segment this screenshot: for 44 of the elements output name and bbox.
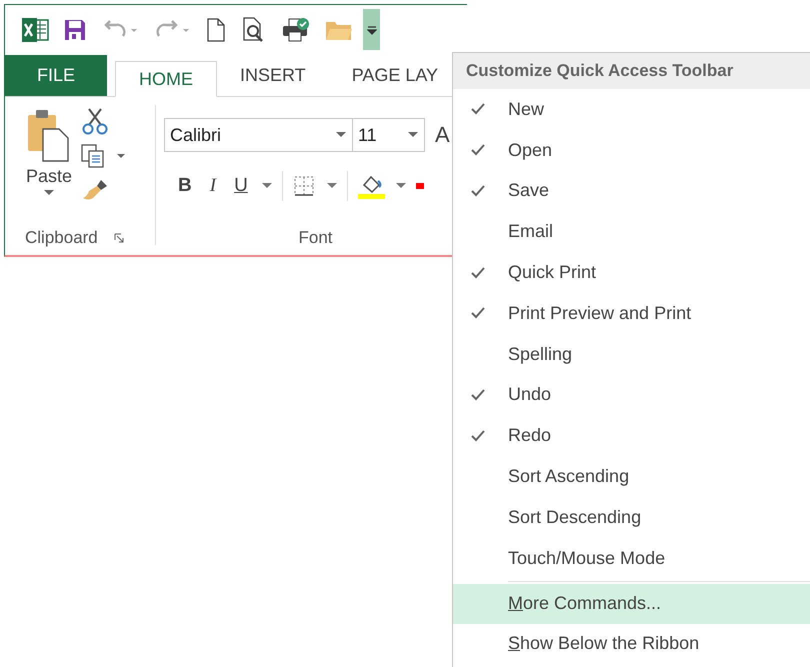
caret-icon[interactable] xyxy=(326,183,337,189)
printer-icon[interactable] xyxy=(281,17,311,43)
caret-icon xyxy=(44,190,54,196)
caret-icon[interactable] xyxy=(396,183,406,189)
menu-item[interactable]: Save xyxy=(453,170,810,212)
caret-icon xyxy=(408,132,418,138)
dialog-launcher-icon[interactable] xyxy=(114,233,124,243)
menu-item[interactable]: Sort Ascending xyxy=(453,456,810,497)
menu-item[interactable]: Show Below the Ribbon xyxy=(453,624,810,664)
menu-item[interactable]: Quick Print xyxy=(453,252,810,293)
group-label: Font xyxy=(298,228,333,248)
ribbon-tab[interactable]: INSERT xyxy=(217,55,329,96)
scissors-icon[interactable] xyxy=(81,107,109,135)
new-document-icon[interactable] xyxy=(205,18,227,42)
ribbon-tab[interactable]: HOME xyxy=(115,61,217,97)
paste-button[interactable]: Paste xyxy=(23,107,75,221)
spreadsheet-logo-icon[interactable] xyxy=(21,17,49,43)
font-name-dropdown[interactable]: Calibri xyxy=(164,118,353,152)
group-label: Clipboard xyxy=(25,228,98,248)
underline-button[interactable]: U xyxy=(230,175,252,197)
menu-item[interactable]: Email xyxy=(453,211,810,252)
menu-item[interactable]: Redo xyxy=(453,415,810,456)
caret-icon[interactable] xyxy=(262,183,272,189)
menu-title: Customize Quick Access Toolbar xyxy=(453,53,810,89)
file-tab[interactable]: FILE xyxy=(5,55,107,96)
menu-item[interactable]: Touch/Mouse Mode xyxy=(453,538,810,579)
menu-item[interactable]: More Commands... xyxy=(453,584,810,624)
font-color-icon[interactable] xyxy=(416,183,424,189)
menu-item[interactable]: New xyxy=(453,89,810,130)
fill-color-icon[interactable] xyxy=(358,173,386,199)
increase-font-size-button[interactable]: A xyxy=(435,122,450,148)
menu-item[interactable]: Spelling xyxy=(453,334,810,375)
menu-item[interactable]: Print Preview and Print xyxy=(453,292,810,334)
bold-button[interactable]: B xyxy=(174,175,196,197)
menu-item[interactable]: Undo xyxy=(453,374,810,416)
save-icon[interactable] xyxy=(63,18,87,42)
customize-toolbar-button[interactable] xyxy=(363,9,380,50)
menu-item[interactable]: Open xyxy=(453,130,810,171)
italic-button[interactable]: I xyxy=(206,175,220,197)
copy-icon[interactable] xyxy=(81,143,127,169)
menu-item[interactable]: Sort Descending xyxy=(453,496,810,538)
dropdown-icon xyxy=(366,24,376,36)
caret-icon xyxy=(336,132,346,138)
font-size-dropdown[interactable]: 11 xyxy=(353,118,425,152)
